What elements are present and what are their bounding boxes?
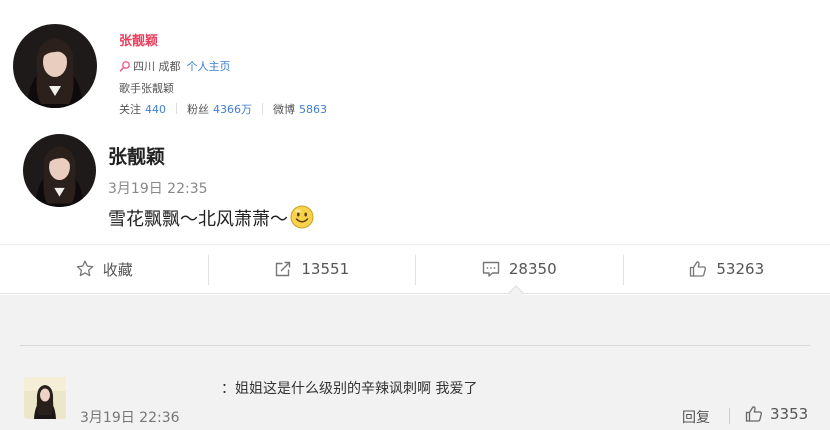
profile-homepage-link[interactable]: 个人主页 [187,60,231,73]
thumbs-up-icon [745,406,762,422]
stat-following[interactable]: 关注 440 [119,103,166,116]
comments-section: ：姐姐这是什么级别的辛辣讽刺啊 我爱了 3月19日 22:36 回复 3353 [0,295,830,430]
profile-bio: 歌手张靓颖 [119,82,174,95]
stat-posts[interactable]: 微博 5863 [273,103,327,116]
comment-actions-divider [729,408,730,424]
stat-followers[interactable]: 粉丝 4366万 [187,103,252,116]
post: 张靓颖 3月19日 22:35 雪花飘飘～北风萧萧～ [0,122,830,244]
profile-card: 张靓颖 四川 成都 个人主页 歌手张靓颖 关注 440 粉丝 4366万 微博 5863 [0,0,830,122]
stat-followers-label: 粉丝 [187,103,209,116]
location-pin-icon [119,61,130,72]
favorite-label: 收藏 [102,260,133,279]
repost-count: 13551 [301,260,350,278]
profile-stats: 关注 440 粉丝 4366万 微博 5863 [119,101,327,117]
comments-divider [20,345,810,346]
post-text-content: 雪花飘飘～北风萧萧～ [108,209,288,230]
profile-name[interactable]: 张靓颖 [119,30,158,49]
profile-location-line: 四川 成都 个人主页 [119,58,231,74]
reply-button[interactable]: 回复 [682,407,710,427]
comment-like-count: 3353 [770,405,809,423]
thumbs-up-icon [690,261,707,277]
profile-avatar[interactable] [13,24,97,108]
like-count: 53263 [716,260,765,278]
post-action-bar: 收藏 13551 28350 53263 [0,244,830,294]
comment-pointer [508,287,524,295]
post-author-name[interactable]: 张靓颖 [108,142,165,169]
stat-divider [262,103,263,114]
favorite-button[interactable]: 收藏 [0,245,208,293]
repost-button[interactable]: 13551 [207,245,416,293]
stat-followers-value: 4366万 [213,103,252,116]
post-timestamp[interactable]: 3月19日 22:35 [108,178,208,198]
comment-timestamp: 3月19日 22:36 [80,410,180,426]
stat-following-value: 440 [145,103,166,116]
comment-text: ：姐姐这是什么级别的辛辣讽刺啊 我爱了 [221,381,478,397]
stat-divider [176,103,177,114]
profile-location: 四川 成都 [133,60,181,73]
like-button[interactable]: 53263 [622,245,830,293]
comment-count: 28350 [508,260,557,278]
commenter-avatar[interactable] [24,377,66,419]
comment-icon [482,261,500,277]
smiley-emoji-icon [290,205,314,229]
comment-like-button[interactable]: 3353 [744,404,808,424]
stat-posts-label: 微博 [273,103,295,116]
star-icon [76,260,93,277]
repost-icon [276,261,291,277]
post-author-avatar[interactable] [23,134,96,207]
post-text: 雪花飘飘～北风萧萧～ [108,205,314,231]
stat-posts-value: 5863 [299,103,327,116]
stat-following-label: 关注 [119,103,141,116]
